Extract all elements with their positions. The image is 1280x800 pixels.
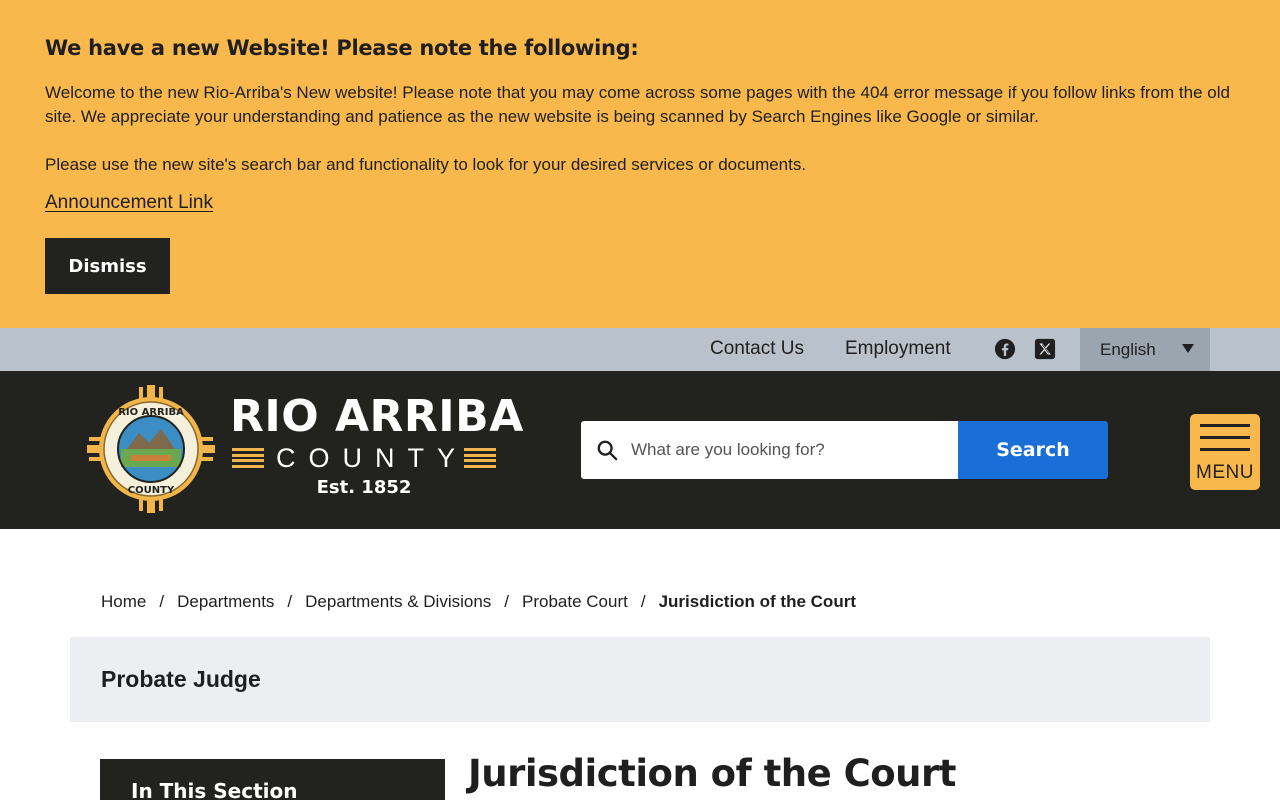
breadcrumb-separator: /: [504, 592, 510, 611]
caret-down-icon: [1182, 344, 1194, 353]
breadcrumb-current: Jurisdiction of the Court: [658, 592, 856, 611]
search-box: [581, 421, 958, 479]
search-icon: [597, 440, 618, 461]
sidebar-title: In This Section: [131, 779, 298, 800]
announcement-paragraph: Welcome to the new Rio-Arriba's New webs…: [45, 83, 1230, 126]
breadcrumb-separator: /: [287, 592, 293, 611]
breadcrumb-departments[interactable]: Departments: [177, 592, 274, 612]
brand-name: RIO ARRIBA: [230, 391, 524, 442]
language-value: English: [1100, 339, 1156, 359]
facebook-icon[interactable]: [994, 338, 1016, 360]
breadcrumb-separator: /: [640, 592, 646, 611]
menu-button[interactable]: MENU: [1190, 414, 1260, 490]
breadcrumb-probate-court[interactable]: Probate Court: [522, 592, 628, 612]
announcement-link[interactable]: Announcement Link: [45, 192, 213, 214]
breadcrumb-home[interactable]: Home: [101, 592, 146, 612]
brand-established: Est. 1852: [316, 477, 412, 498]
brand-county: COUNTY: [232, 443, 496, 473]
breadcrumb-departments-divisions[interactable]: Departments & Divisions: [305, 592, 491, 612]
language-select[interactable]: English: [1080, 328, 1210, 371]
decorative-stripes: [464, 448, 496, 468]
dismiss-button[interactable]: Dismiss: [45, 238, 170, 294]
contact-us-link[interactable]: Contact Us: [710, 338, 804, 360]
employment-link[interactable]: Employment: [845, 338, 951, 360]
hamburger-icon: [1200, 424, 1250, 460]
search-input[interactable]: [631, 421, 951, 479]
brand-county-text: COUNTY: [276, 443, 468, 473]
announcement-banner: We have a new Website! Please note the f…: [0, 0, 1280, 328]
breadcrumb-separator: /: [159, 592, 165, 611]
menu-label: MENU: [1196, 462, 1254, 483]
section-title: Probate Judge: [101, 666, 261, 692]
page-title: Jurisdiction of the Court: [468, 752, 956, 795]
utility-bar: Contact Us Employment English: [0, 328, 1280, 371]
county-seal-logo[interactable]: RIO ARRIBA COUNTY: [87, 385, 215, 513]
search-button[interactable]: Search: [958, 421, 1108, 479]
decorative-stripes: [232, 448, 264, 468]
breadcrumb: Home / Departments / Departments & Divis…: [101, 592, 856, 612]
section-sidebar: In This Section: [100, 759, 445, 800]
site-search: Search: [581, 421, 1108, 479]
announcement-title: We have a new Website! Please note the f…: [45, 36, 639, 60]
section-header: Probate Judge: [70, 637, 1210, 722]
announcement-body: Welcome to the new Rio-Arriba's New webs…: [45, 81, 1235, 201]
x-twitter-icon[interactable]: [1034, 338, 1056, 360]
svg-text:RIO ARRIBA: RIO ARRIBA: [118, 407, 184, 418]
site-header: RIO ARRIBA COUNTY RIO ARRIBA COUNTY Est.…: [0, 371, 1280, 529]
svg-text:COUNTY: COUNTY: [128, 485, 175, 496]
announcement-paragraph: Please use the new site's search bar and…: [45, 155, 807, 174]
